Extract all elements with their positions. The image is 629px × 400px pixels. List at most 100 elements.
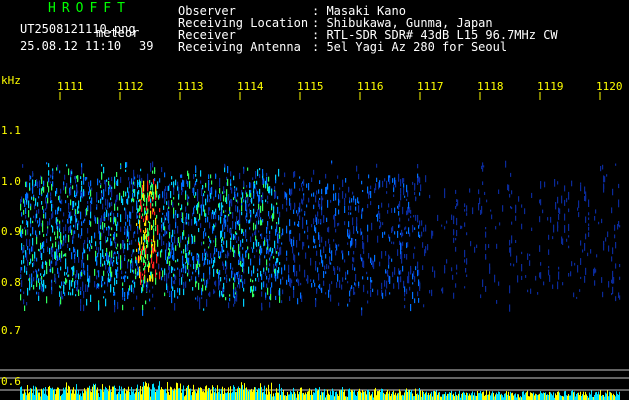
level-bar	[224, 388, 225, 400]
level-bar	[574, 391, 575, 400]
level-bar	[556, 395, 557, 400]
spectrogram-pixel	[24, 200, 26, 207]
level-bar	[319, 387, 320, 400]
level-bar	[364, 391, 365, 400]
spectrogram-pixel	[257, 268, 259, 272]
spectrogram-pixel	[418, 269, 420, 276]
spectrogram-pixel	[165, 217, 167, 221]
level-bar	[254, 387, 255, 400]
spectrogram-pixel	[256, 239, 258, 247]
spectrogram-pixel	[466, 258, 468, 265]
spectrogram-pixel	[189, 180, 191, 189]
level-bar	[130, 395, 131, 400]
spectrogram-pixel	[267, 287, 269, 295]
spectrogram-pixel	[494, 274, 496, 283]
spectrogram-pixel	[45, 212, 47, 219]
spectrogram-pixel	[562, 238, 564, 245]
level-bar	[331, 395, 332, 400]
spectrogram-pixel	[130, 211, 132, 219]
level-bar	[133, 389, 134, 400]
spectrogram-pixel	[201, 209, 203, 216]
spectrogram-pixel	[276, 251, 278, 254]
spectrogram-pixel	[381, 282, 383, 290]
spectrogram-pixel	[129, 242, 131, 245]
spectrogram-pixel	[23, 245, 25, 252]
spectrogram-pixel	[316, 217, 318, 225]
spectrogram-pixel	[510, 263, 512, 266]
spectrogram-pixel	[316, 250, 318, 256]
spectrogram-pixel	[236, 291, 238, 298]
level-bar	[473, 395, 474, 400]
level-bar	[223, 394, 224, 400]
spectrogram-pixel	[414, 298, 416, 304]
spectrogram-pixel	[453, 292, 455, 299]
spectrogram-pixel	[246, 239, 248, 242]
spectrogram-pixel	[281, 242, 283, 245]
spectrogram-pixel	[155, 277, 157, 285]
spectrogram-pixel	[195, 270, 197, 273]
spectrogram-pixel	[284, 264, 286, 271]
spectrogram-pixel	[174, 303, 176, 311]
spectrogram-pixel	[136, 200, 138, 204]
level-bar	[304, 394, 305, 400]
spectrogram-pixel	[590, 249, 592, 254]
spectrogram-pixel	[66, 272, 68, 275]
spectrogram-pixel	[233, 245, 235, 249]
spectrogram-pixel	[352, 263, 354, 271]
spectrogram-pixel	[60, 246, 62, 249]
level-bar	[280, 394, 281, 400]
spectrogram-pixel	[286, 207, 288, 212]
level-bar	[478, 393, 479, 400]
spectrogram-pixel	[223, 294, 225, 297]
spectrogram-pixel	[412, 291, 414, 299]
spectrogram-pixel	[117, 301, 119, 309]
spectrogram-pixel	[150, 210, 152, 219]
spectrogram-pixel	[612, 286, 614, 294]
spectrogram-pixel	[215, 212, 217, 220]
spectrogram-pixel	[548, 266, 550, 269]
level-bar	[422, 390, 423, 400]
spectrogram-pixel	[269, 186, 271, 194]
spectrogram-pixel	[294, 254, 296, 263]
spectrogram-pixel	[253, 265, 255, 274]
spectrogram-pixel	[379, 213, 381, 219]
level-bar	[354, 390, 355, 400]
spectrogram-pixel	[612, 270, 614, 278]
level-bar	[101, 389, 102, 400]
spectrogram-pixel	[148, 231, 150, 235]
level-bar	[477, 391, 478, 400]
spectrogram-pixel	[193, 263, 195, 270]
level-bar	[619, 391, 620, 400]
spectrogram-pixel	[98, 304, 100, 311]
spectrogram-pixel	[272, 248, 274, 254]
level-bar	[179, 388, 180, 400]
spectrogram-pixel	[278, 168, 280, 177]
spectrogram-pixel	[251, 270, 253, 277]
spectrogram-pixel	[165, 186, 167, 191]
spectrogram-pixel	[59, 220, 61, 224]
level-bar	[563, 396, 564, 400]
spectrogram-pixel	[398, 173, 400, 182]
spectrogram-pixel	[89, 240, 91, 244]
level-bar	[387, 389, 388, 400]
spectrogram-pixel	[20, 294, 22, 301]
spectrogram-pixel	[203, 193, 205, 197]
level-bar	[528, 396, 529, 400]
spectrogram-pixel	[127, 239, 129, 243]
spectrogram-pixel	[182, 212, 184, 221]
spectrogram-pixel	[354, 291, 356, 295]
level-bar	[435, 391, 436, 400]
spectrogram-pixel	[70, 187, 72, 196]
spectrogram-pixel	[75, 281, 77, 286]
spectrogram-pixel	[199, 263, 201, 267]
level-bar	[565, 390, 566, 400]
spectrogram-pixel	[48, 177, 50, 183]
spectrogram-pixel	[244, 278, 246, 285]
spectrogram-pixel	[127, 276, 129, 279]
level-bar	[426, 391, 427, 400]
spectrogram-pixel	[193, 207, 195, 215]
spectrogram-pixel	[311, 193, 313, 197]
spectrogram-pixel	[511, 221, 513, 225]
spectrogram-pixel	[155, 201, 157, 207]
spectrogram-pixel	[137, 174, 139, 178]
